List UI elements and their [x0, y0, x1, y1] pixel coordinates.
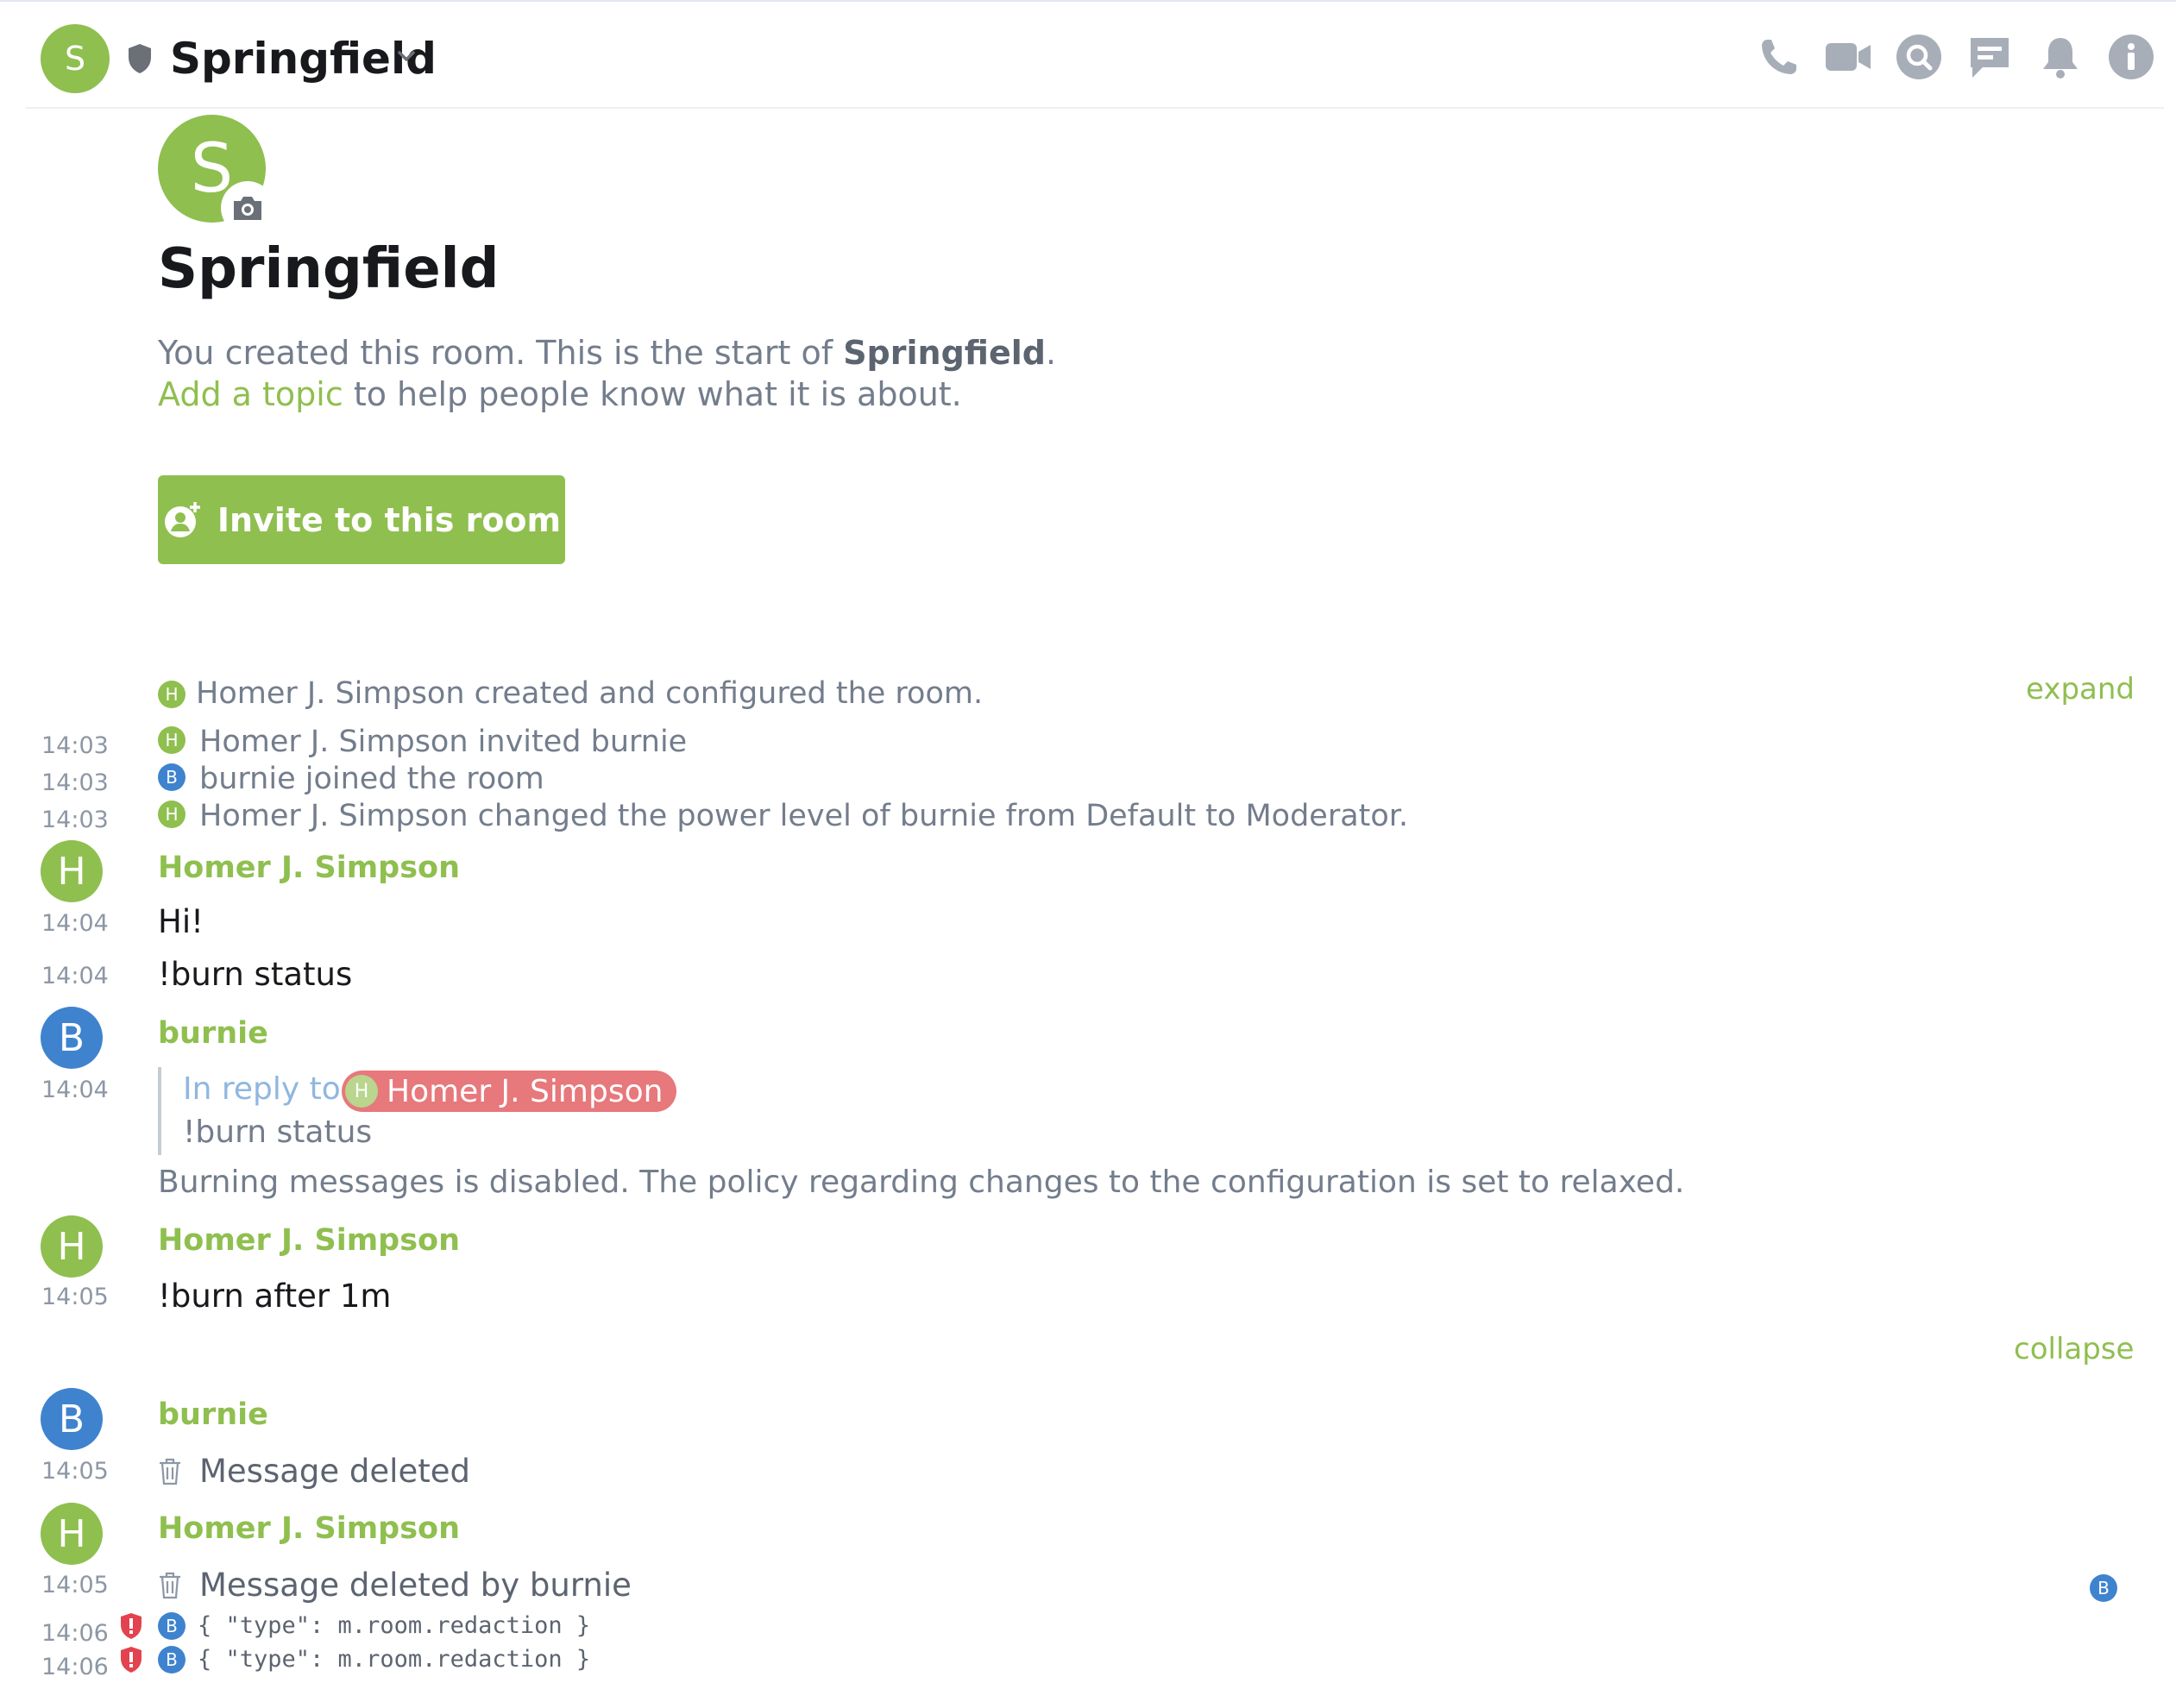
user-avatar[interactable]: B: [158, 1646, 186, 1673]
header-divider: [26, 107, 2164, 109]
sender-avatar[interactable]: H: [41, 1215, 103, 1278]
warning-shield-icon[interactable]: [119, 1646, 143, 1673]
upload-avatar-button[interactable]: [221, 181, 274, 235]
room-info-icon[interactable]: [2107, 33, 2155, 81]
room-intro-text: You created this room. This is the start…: [158, 332, 1056, 415]
intro-topic-text: to help people know what it is about.: [343, 375, 962, 413]
sender-name[interactable]: Homer J. Simpson: [158, 1510, 460, 1548]
deleted-message-text: Message deleted: [199, 1453, 470, 1490]
deleted-message-text: Message deleted by burnie: [199, 1567, 632, 1604]
message-timestamp: 14:05: [41, 1458, 109, 1485]
user-avatar[interactable]: H: [158, 681, 186, 708]
user-mention-pill[interactable]: H Homer J. Simpson: [342, 1071, 677, 1112]
message-body: !burn after 1m: [158, 1278, 392, 1315]
event-timestamp: 14:03: [41, 732, 109, 759]
user-avatar[interactable]: H: [158, 726, 186, 754]
sender-avatar[interactable]: H: [41, 1503, 103, 1565]
message-body: !burn status: [158, 956, 353, 993]
shield-icon: [129, 44, 151, 73]
add-user-icon: [164, 501, 200, 537]
state-event-text: burnie joined the room: [199, 762, 544, 796]
intro-period: .: [1045, 334, 1057, 372]
in-reply-to-link[interactable]: In reply to: [183, 1070, 341, 1109]
event-timestamp: 14:06: [41, 1620, 109, 1647]
trash-icon: [160, 1458, 180, 1485]
mention-name: Homer J. Simpson: [387, 1073, 663, 1109]
voice-call-icon[interactable]: [1755, 33, 1803, 81]
raw-event-json: { "type": m.room.redaction }: [198, 1612, 591, 1639]
message-timestamp: 14:04: [41, 910, 109, 937]
invite-to-room-button[interactable]: Invite to this room: [158, 475, 565, 564]
room-created-summary: Homer J. Simpson created and configured …: [196, 676, 984, 711]
read-receipt-avatar[interactable]: B: [2090, 1574, 2117, 1602]
camera-icon: [234, 197, 261, 220]
message-timestamp: 14:04: [41, 1077, 109, 1103]
message-body: Hi!: [158, 903, 204, 940]
collapse-link[interactable]: collapse: [2014, 1332, 2134, 1366]
threads-icon[interactable]: [1965, 33, 2014, 81]
intro-text: You created this room. This is the start…: [158, 334, 844, 372]
warning-shield-icon[interactable]: [119, 1612, 143, 1640]
deleted-message: Message deleted by burnie: [158, 1566, 632, 1605]
mention-avatar: H: [345, 1075, 378, 1108]
chevron-down-icon[interactable]: [395, 45, 418, 67]
room-intro-title: Springfield: [158, 237, 500, 301]
raw-event-json: { "type": m.room.redaction }: [198, 1646, 591, 1673]
sender-name[interactable]: Homer J. Simpson: [158, 1221, 460, 1259]
state-event-text: Homer J. Simpson changed the power level…: [199, 799, 1409, 833]
user-avatar[interactable]: B: [158, 1612, 186, 1640]
reply-quote-text: !burn status: [183, 1115, 373, 1150]
state-event-text: Homer J. Simpson invited burnie: [199, 725, 688, 759]
sender-name[interactable]: burnie: [158, 1396, 268, 1434]
search-icon[interactable]: [1895, 33, 1943, 81]
add-topic-link[interactable]: Add a topic: [158, 375, 343, 413]
event-timestamp: 14:03: [41, 807, 109, 833]
reply-quote-bar: [158, 1067, 161, 1155]
deleted-message: Message deleted: [158, 1452, 470, 1491]
sender-name[interactable]: Homer J. Simpson: [158, 849, 460, 887]
invite-label: Invite to this room: [217, 500, 562, 539]
video-call-icon[interactable]: [1824, 33, 1872, 81]
user-avatar[interactable]: B: [158, 763, 186, 791]
sender-avatar[interactable]: B: [41, 1007, 103, 1069]
message-timestamp: 14:05: [41, 1572, 109, 1598]
room-avatar[interactable]: S: [41, 24, 110, 93]
expand-link[interactable]: expand: [2026, 672, 2135, 706]
sender-avatar[interactable]: B: [41, 1388, 103, 1450]
sender-name[interactable]: burnie: [158, 1014, 268, 1052]
intro-room-name: Springfield: [843, 334, 1046, 372]
sender-avatar[interactable]: H: [41, 840, 103, 902]
notifications-icon[interactable]: [2036, 33, 2085, 81]
trash-icon: [160, 1572, 180, 1599]
message-body: Burning messages is disabled. The policy…: [158, 1165, 1685, 1200]
event-timestamp: 14:06: [41, 1654, 109, 1680]
message-timestamp: 14:05: [41, 1284, 109, 1310]
message-timestamp: 14:04: [41, 963, 109, 989]
event-timestamp: 14:03: [41, 769, 109, 796]
user-avatar[interactable]: H: [158, 801, 186, 828]
